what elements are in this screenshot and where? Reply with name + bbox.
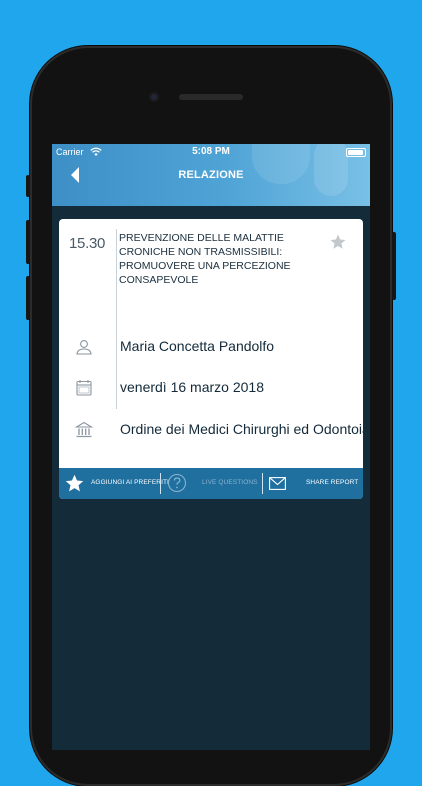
volume-up-button bbox=[26, 220, 30, 264]
add-favorites-button[interactable]: AGGIUNGI AI PREFERITI bbox=[59, 468, 169, 499]
status-bar: Carrier 5:08 PM bbox=[52, 144, 370, 160]
mute-switch bbox=[26, 175, 30, 197]
share-report-button[interactable]: SHARE REPORT bbox=[264, 468, 363, 499]
speaker-row: Maria Concetta Pandolfo bbox=[59, 336, 363, 360]
action-separator bbox=[262, 473, 263, 494]
power-button bbox=[392, 232, 396, 300]
building-icon bbox=[75, 421, 93, 438]
event-card: 15.30 PREVENZIONE DELLE MALATTIE CRONICH… bbox=[59, 219, 363, 499]
person-icon bbox=[76, 340, 92, 355]
venue-row: Ordine dei Medici Chirurghi ed Odontoiat… bbox=[59, 419, 363, 443]
speaker-name: Maria Concetta Pandolfo bbox=[120, 338, 275, 354]
calendar-icon bbox=[76, 380, 92, 396]
add-favorites-label: AGGIUNGI AI PREFERITI bbox=[91, 479, 169, 486]
share-report-label: SHARE REPORT bbox=[306, 479, 359, 486]
page-title: RELAZIONE bbox=[178, 169, 244, 181]
front-camera bbox=[149, 92, 159, 102]
app-screen: Carrier 5:08 PM RELAZIONE 15.30 PREVENZI… bbox=[52, 144, 370, 750]
envelope-icon bbox=[269, 477, 286, 490]
live-questions-button[interactable]: LIVE QUESTIONS bbox=[162, 468, 261, 499]
live-questions-label: LIVE QUESTIONS bbox=[202, 479, 258, 486]
action-bar: AGGIUNGI AI PREFERITI LIVE QUESTIONS SHA… bbox=[59, 468, 363, 499]
event-time: 15.30 bbox=[69, 235, 106, 252]
navigation-bar: Carrier 5:08 PM RELAZIONE bbox=[52, 144, 370, 206]
favorite-star-icon[interactable] bbox=[329, 233, 347, 251]
battery-icon bbox=[346, 148, 366, 157]
event-venue: Ordine dei Medici Chirurghi ed Odontoiat… bbox=[120, 421, 363, 437]
question-icon bbox=[167, 473, 187, 493]
volume-down-button bbox=[26, 276, 30, 320]
earpiece-speaker bbox=[179, 94, 243, 100]
event-title: PREVENZIONE DELLE MALATTIE CRONICHE NON … bbox=[119, 232, 291, 286]
date-row: venerdì 16 marzo 2018 bbox=[59, 377, 363, 401]
star-icon bbox=[65, 474, 84, 492]
event-date: venerdì 16 marzo 2018 bbox=[120, 379, 264, 395]
status-time: 5:08 PM bbox=[192, 146, 230, 157]
action-separator bbox=[160, 473, 161, 494]
